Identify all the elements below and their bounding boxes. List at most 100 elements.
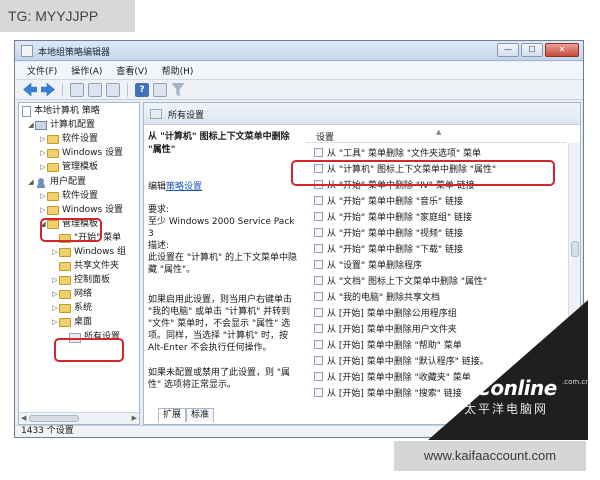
- close-button[interactable]: ✕: [545, 43, 579, 57]
- expand-closed-icon[interactable]: ▷: [39, 147, 47, 160]
- tree-label: Windows 设置: [62, 148, 124, 158]
- list-item[interactable]: 从 "开始" 菜单中删除 "家庭组" 链接: [314, 209, 564, 223]
- expand-closed-icon[interactable]: ▷: [51, 302, 59, 315]
- list-item[interactable]: 从 "开始" 菜单中删除 "视频" 链接: [314, 225, 564, 239]
- footer-url: www.kaifaaccount.com: [394, 441, 586, 471]
- edit-policy-link[interactable]: 策略设置: [166, 182, 202, 192]
- tree-cc-software[interactable]: ▷ 软件设置: [39, 133, 98, 146]
- tree-label: 控制面板: [74, 275, 111, 285]
- tree-sub-desktop[interactable]: ▷ 桌面: [51, 316, 92, 329]
- tree-user-config[interactable]: ◢ 用户配置: [27, 176, 86, 189]
- folder-icon: [59, 318, 71, 327]
- show-hide-tree-icon[interactable]: [88, 82, 102, 97]
- tree-uc-windows[interactable]: ▷ Windows 设置: [39, 204, 123, 217]
- scroll-left-icon[interactable]: ◀: [21, 414, 26, 422]
- expand-closed-icon[interactable]: ▷: [39, 190, 47, 203]
- expand-closed-icon[interactable]: ▷: [51, 246, 59, 259]
- list-item-label: 从 [开始] 菜单中删除 "默认程序" 链接。: [327, 356, 489, 367]
- list-item[interactable]: 从 "设置" 菜单删除程序: [314, 257, 564, 271]
- list-item-label: 从 "文档" 图标上下文菜单中删除 "属性": [327, 276, 488, 287]
- tree-computer-config[interactable]: ◢ 计算机配置: [27, 119, 95, 132]
- expand-open-icon[interactable]: ◢: [27, 176, 35, 189]
- folder-icon: [47, 206, 59, 215]
- tree-label: 管理模板: [62, 162, 99, 172]
- description-text: 此设置在 "计算机" 的上下文菜单中隐藏 "属性"。: [148, 253, 298, 275]
- watermark-logo: PConline: [462, 376, 557, 400]
- channel-tag: TG: MYYJJPP: [0, 0, 135, 32]
- toolbar-separator: [62, 82, 63, 97]
- list-item[interactable]: 从 [开始] 菜单中删除公用程序组: [314, 305, 564, 319]
- expand-open-icon[interactable]: ◢: [27, 119, 35, 132]
- tree-root[interactable]: 本地计算机 策略: [22, 105, 100, 118]
- menu-bar: 文件(F) 操作(A) 查看(V) 帮助(H): [15, 62, 583, 80]
- list-item-label: 从 "开始" 菜单中删除 "下载" 链接: [327, 244, 464, 255]
- all-settings-icon: [150, 109, 162, 119]
- tree-label: Windows 组: [74, 247, 127, 257]
- list-item[interactable]: 从 [开始] 菜单中删除 "帮助" 菜单: [314, 337, 564, 351]
- scroll-right-icon[interactable]: ▶: [132, 414, 137, 422]
- tree-sub-shared[interactable]: 共享文件夹: [59, 260, 119, 273]
- help-icon[interactable]: ?: [135, 82, 149, 97]
- tree-label: 用户配置: [50, 177, 87, 187]
- list-item[interactable]: 从 "文档" 图标上下文菜单中删除 "属性": [314, 273, 564, 287]
- tree-sub-windows[interactable]: ▷ Windows 组: [51, 246, 126, 259]
- up-folder-icon[interactable]: [70, 82, 84, 97]
- tree-label: 共享文件夹: [74, 261, 120, 271]
- details-title: 所有设置: [168, 111, 205, 121]
- expand-closed-icon[interactable]: ▷: [39, 204, 47, 217]
- list-item[interactable]: 从 "工具" 菜单删除 "文件夹选项" 菜单: [314, 145, 564, 159]
- policy-icon: [314, 243, 323, 253]
- list-item-label: 从 "设置" 菜单删除程序: [327, 260, 423, 271]
- tree-pane: 本地计算机 策略 ◢ 计算机配置 ▷ 软件设置 ▷ Windows 设置 ▷ 管…: [18, 102, 140, 425]
- list-item[interactable]: 从 "我的电脑" 删除共享文档: [314, 289, 564, 303]
- list-item-label: 从 "开始" 菜单中删除 "视频" 链接: [327, 228, 464, 239]
- list-item[interactable]: 从 "开始" 菜单中删除 "下载" 链接: [314, 241, 564, 255]
- properties-icon[interactable]: [153, 82, 167, 97]
- tree-sub-network[interactable]: ▷ 网络: [51, 288, 92, 301]
- list-item[interactable]: 从 [开始] 菜单中删除用户文件夹: [314, 321, 564, 335]
- policy-title: 从 "计算机" 图标上下文菜单中删除 "属性": [148, 132, 290, 155]
- tree-label: 网络: [74, 289, 93, 299]
- edit-prefix: 编辑: [148, 182, 167, 192]
- toolbar: ?: [15, 80, 583, 100]
- scroll-thumb[interactable]: [571, 241, 579, 257]
- tree-horizontal-scrollbar[interactable]: ◀ ▶: [19, 412, 139, 424]
- tab-extended[interactable]: 扩展: [158, 408, 187, 422]
- menu-file[interactable]: 文件(F): [27, 64, 57, 77]
- settings-column-header[interactable]: 设置 ▲: [306, 127, 566, 143]
- tree-sub-system[interactable]: ▷ 系统: [51, 302, 92, 315]
- column-label: 设置: [316, 133, 335, 143]
- export-list-icon[interactable]: [106, 82, 120, 97]
- menu-action[interactable]: 操作(A): [71, 64, 102, 77]
- forward-arrow-icon[interactable]: [41, 82, 55, 97]
- minimize-button[interactable]: —: [497, 43, 519, 57]
- scroll-thumb[interactable]: [29, 415, 79, 422]
- policy-icon: [314, 371, 323, 381]
- tree-cc-windows[interactable]: ▷ Windows 设置: [39, 147, 123, 160]
- expand-closed-icon[interactable]: ▷: [39, 133, 47, 146]
- expand-closed-icon[interactable]: ▷: [51, 288, 59, 301]
- maximize-button[interactable]: ☐: [521, 43, 543, 57]
- watermark-domain: .com.cn: [562, 378, 590, 386]
- tree-cc-admin[interactable]: ▷ 管理模板: [39, 161, 98, 174]
- filter-icon[interactable]: [171, 82, 185, 97]
- policy-icon: [314, 211, 323, 221]
- view-tabs: 扩展 标准: [158, 408, 215, 422]
- policy-icon: [314, 307, 323, 317]
- highlight-policy-row: [291, 160, 555, 186]
- list-item[interactable]: 从 "开始" 菜单中删除 "音乐" 链接: [314, 193, 564, 207]
- expand-closed-icon[interactable]: ▷: [51, 316, 59, 329]
- menu-help[interactable]: 帮助(H): [162, 64, 194, 77]
- menu-view[interactable]: 查看(V): [116, 64, 147, 77]
- tab-standard[interactable]: 标准: [186, 408, 215, 422]
- tree-uc-software[interactable]: ▷ 软件设置: [39, 190, 98, 203]
- toolbar-separator: [127, 82, 128, 97]
- expand-closed-icon[interactable]: ▷: [39, 161, 47, 174]
- expand-closed-icon[interactable]: ▷: [51, 274, 59, 287]
- tree-sub-control[interactable]: ▷ 控制面板: [51, 274, 110, 287]
- computer-icon: [35, 121, 47, 130]
- tree-label: 软件设置: [62, 134, 99, 144]
- policy-icon: [314, 275, 323, 285]
- edit-policy-line: 编辑策略设置: [148, 181, 202, 193]
- back-arrow-icon[interactable]: [23, 82, 37, 97]
